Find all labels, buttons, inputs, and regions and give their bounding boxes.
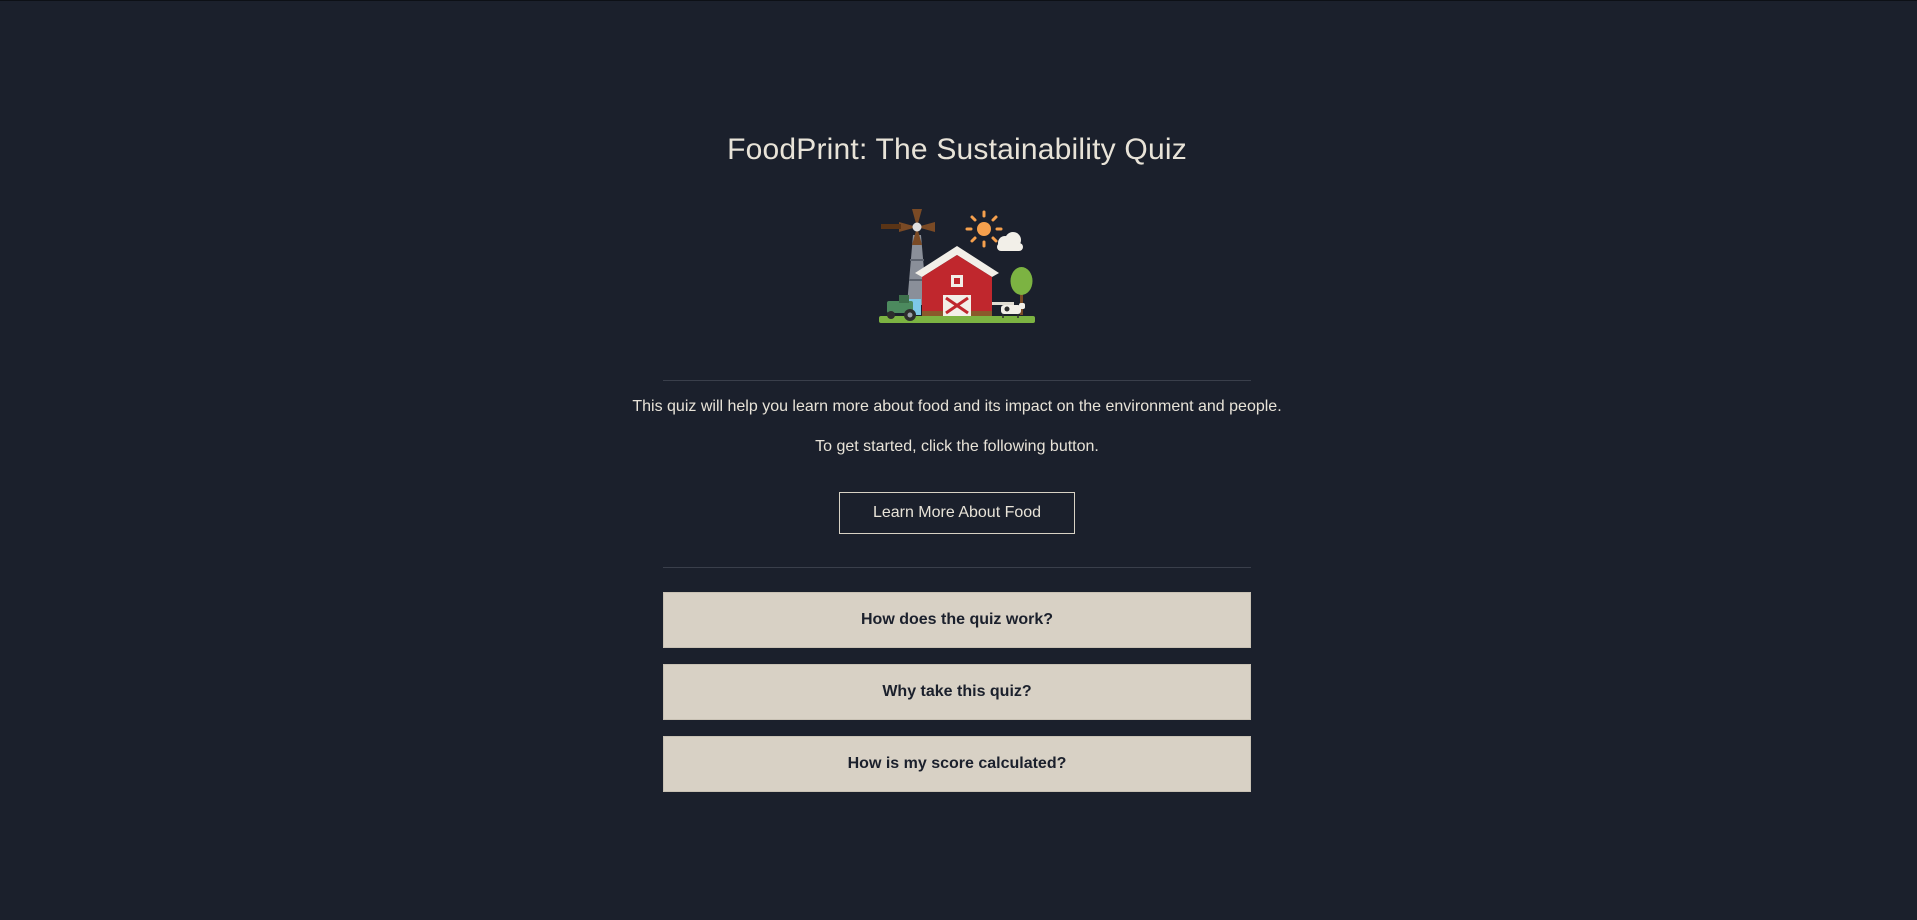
page-title: FoodPrint: The Sustainability Quiz — [727, 133, 1187, 166]
farm-illustration-icon — [879, 209, 1035, 323]
page: FoodPrint: The Sustainability Quiz This … — [0, 0, 1917, 920]
bottom-divider — [663, 567, 1251, 568]
faq-score-calculation-button[interactable]: How is my score calculated? — [663, 736, 1251, 792]
learn-more-button[interactable]: Learn More About Food — [839, 492, 1075, 534]
instruction-text: To get started, click the following butt… — [815, 438, 1099, 455]
intro-text: This quiz will help you learn more about… — [632, 398, 1282, 415]
faq-how-quiz-works-button[interactable]: How does the quiz work? — [663, 592, 1251, 648]
faq-why-take-quiz-button[interactable]: Why take this quiz? — [663, 664, 1251, 720]
top-divider — [663, 380, 1251, 381]
